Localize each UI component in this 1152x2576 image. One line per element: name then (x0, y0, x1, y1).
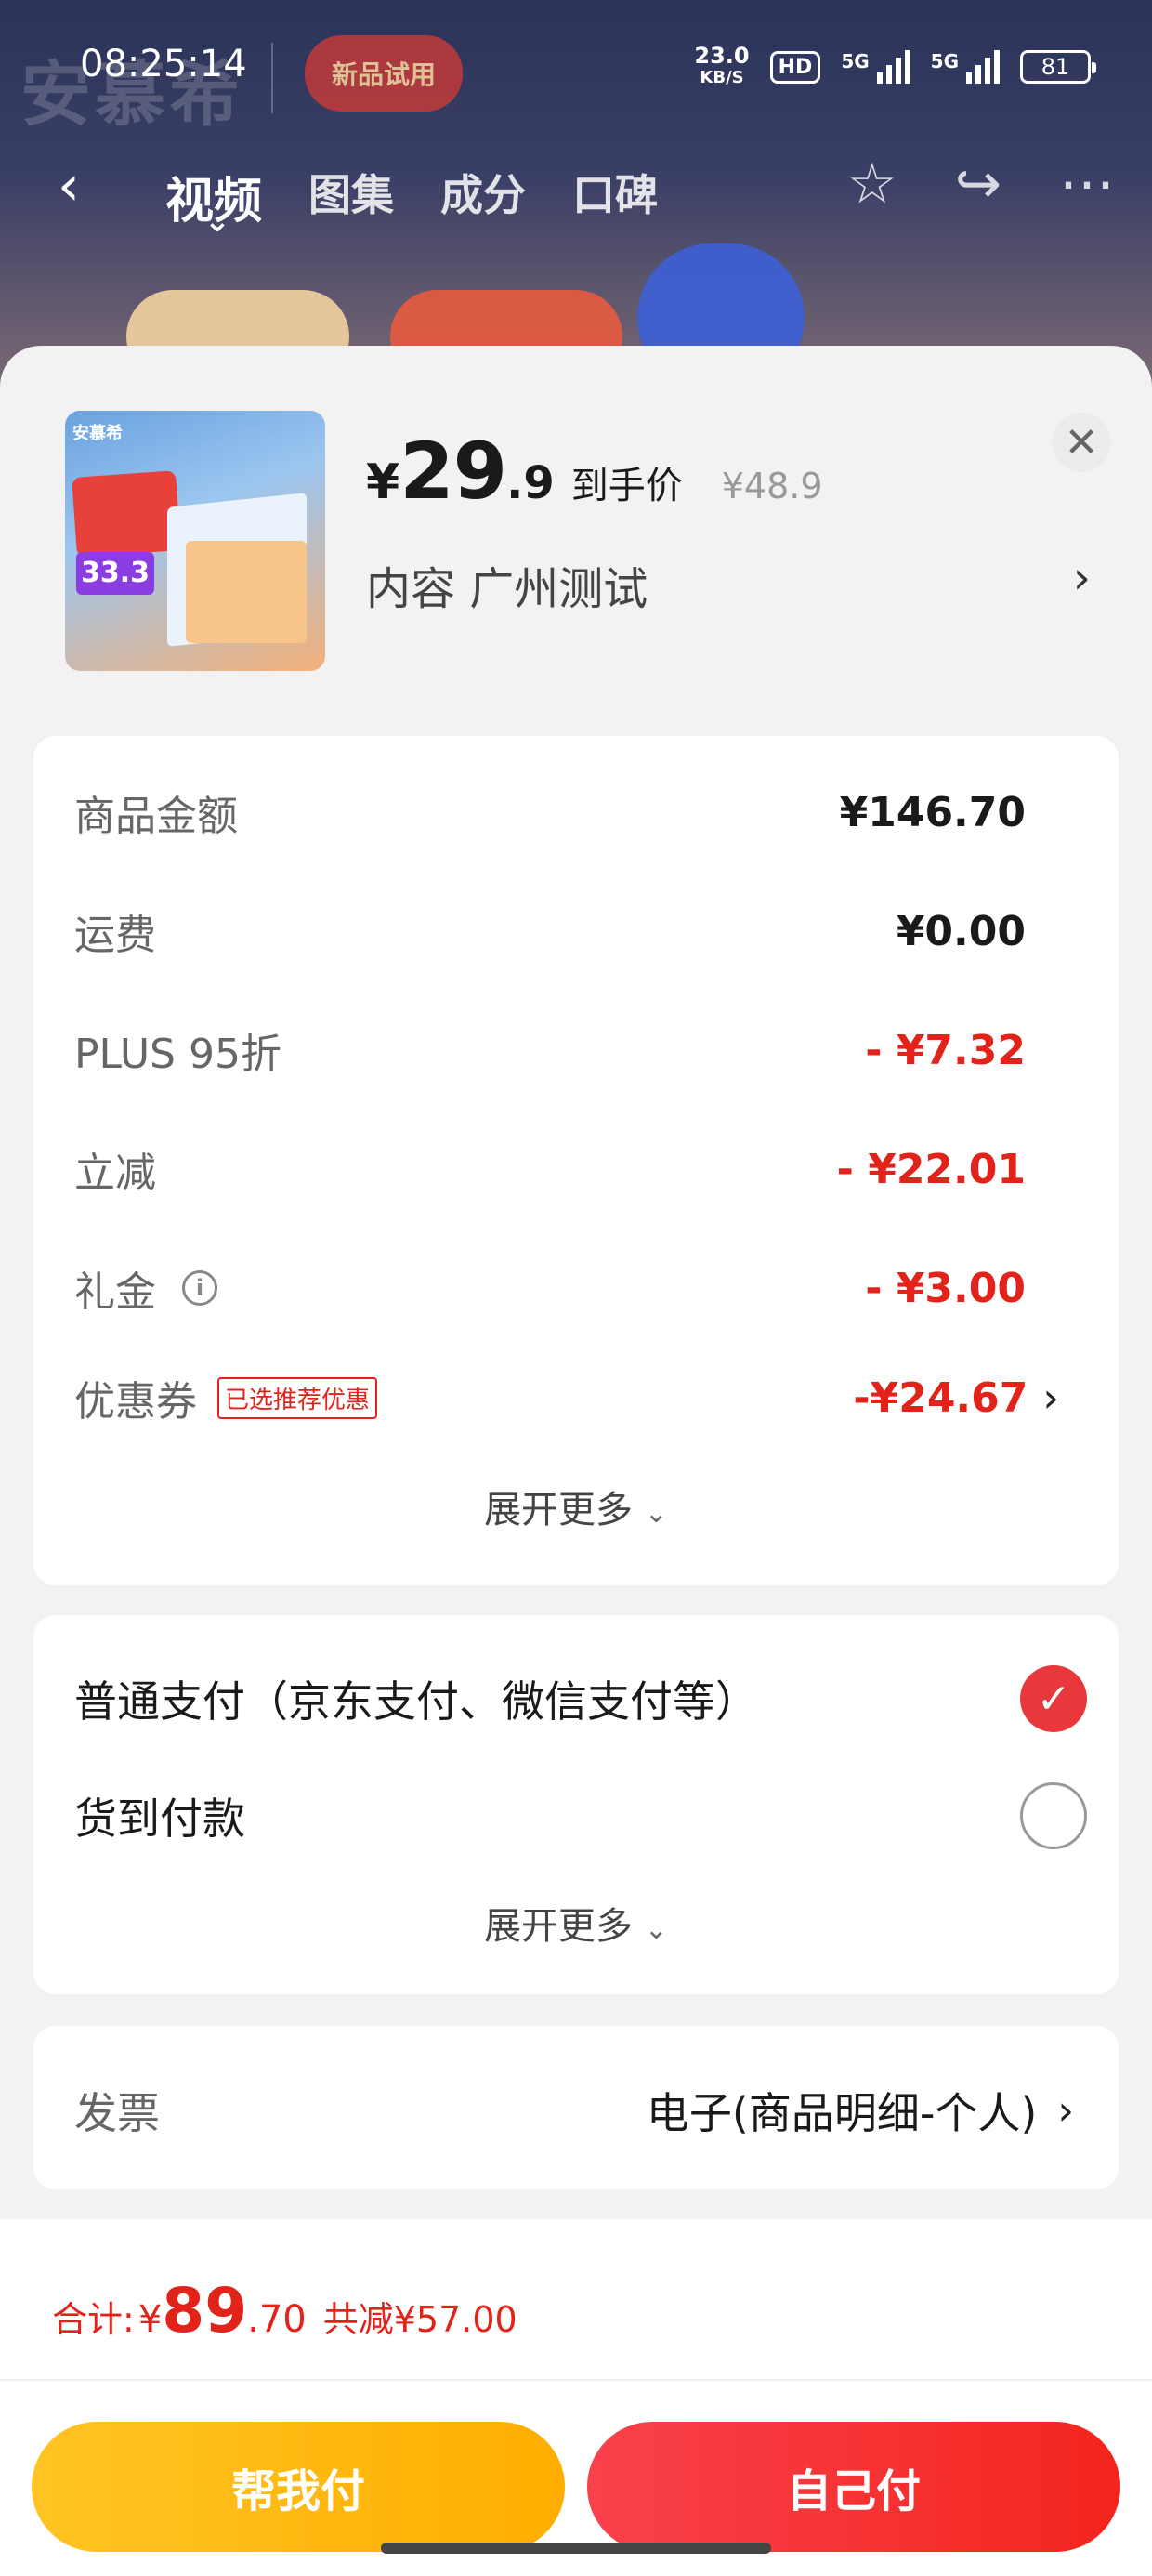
amount-value: - ¥3.00 (865, 1264, 1026, 1312)
product-summary: 安慕希 33.3 ¥ 29 .9 到手价 ¥48.9 ✕ 内容 广州测试 › (0, 346, 1152, 736)
hd-icon: HD (769, 50, 821, 84)
price-decimal: .9 (506, 457, 555, 509)
share-icon[interactable]: ↪ (955, 156, 1001, 212)
amount-label-wrap: 优惠券 已选推荐优惠 (74, 1368, 378, 1427)
total-decimal: .70 (247, 2298, 307, 2341)
status-bar: 08:25:14 23.0 KB/S HD 5G 5G 81 (0, 0, 1152, 139)
more-icon[interactable]: ⋯ (1059, 156, 1115, 212)
amount-value: -¥24.67 (853, 1373, 1028, 1422)
battery-level: 81 (1041, 54, 1070, 80)
amount-row: PLUS 95折 - ¥7.32 (74, 1020, 1059, 1080)
amount-label: PLUS 95折 (74, 1031, 281, 1078)
product-image-box (186, 541, 307, 643)
tab-gallery[interactable]: 图集 (308, 162, 394, 231)
spec-text: 内容 广州测试 (366, 563, 648, 615)
invoice-label: 发票 (74, 2088, 160, 2138)
spec-selector[interactable]: 内容 广州测试 › (366, 552, 1091, 617)
payment-option-label: 普通支付（京东支付、微信支付等） (74, 1676, 758, 1727)
amount-label: 优惠券 (74, 1378, 197, 1426)
coupon-value-wrap: -¥24.67 › (853, 1374, 1059, 1422)
status-icons: 23.0 KB/S HD 5G 5G 81 (694, 45, 1096, 89)
price-row: ¥ 29 .9 到手价 ¥48.9 (366, 426, 823, 517)
signal-icon: 5G (931, 50, 1000, 84)
self-pay-button[interactable]: 自己付 (587, 2422, 1120, 2552)
amount-row: 立减 - ¥22.01 (74, 1139, 1059, 1199)
amount-row: 商品金额 ¥146.70 (74, 782, 1059, 842)
network-speed: 23.0 KB/S (694, 45, 749, 89)
check-icon[interactable]: ✓ (1020, 1665, 1087, 1732)
checkout-sheet: 安慕希 33.3 ¥ 29 .9 到手价 ¥48.9 ✕ 内容 广州测试 › 商… (0, 346, 1152, 2576)
payment-option-label: 货到付款 (74, 1794, 245, 1844)
amount-label: 运费 (74, 912, 156, 959)
close-icon: ✕ (1064, 418, 1099, 467)
status-time: 08:25:14 (80, 43, 247, 85)
product-image-promo (72, 470, 181, 558)
coupon-badge: 已选推荐优惠 (217, 1376, 378, 1419)
chevron-down-icon: ⌄ (644, 1913, 668, 1946)
expand-more-button[interactable]: 展开更多 ⌄ (33, 1896, 1119, 1950)
nav-bar: ‹ 视频 图集 成分 口碑 ☆ ↪ ⋯ (0, 149, 1152, 240)
product-image-brand: 安慕希 (72, 424, 123, 443)
chevron-right-icon: › (1042, 1373, 1059, 1422)
coupon-row[interactable]: 优惠券 已选推荐优惠 -¥24.67 › (74, 1368, 1059, 1427)
total-row: 合计: ¥ 89 .70 共减¥57.00 (52, 2275, 517, 2346)
home-indicator[interactable] (381, 2543, 771, 2554)
chevron-right-icon: › (1072, 552, 1091, 604)
invoice-value: 电子(商品明细-个人) (646, 2088, 1038, 2138)
total-integer: 89 (162, 2275, 248, 2346)
network-speed-value: 23.0 (694, 43, 750, 69)
tab-video[interactable]: 视频 (165, 162, 262, 240)
price-tag: 到手价 (570, 465, 683, 507)
help-pay-button[interactable]: 帮我付 (32, 2422, 565, 2552)
nav-actions: ☆ ↪ ⋯ (847, 156, 1115, 212)
total-label: 合计: (52, 2299, 135, 2340)
chevron-right-icon: › (1057, 2086, 1074, 2135)
amount-value: ¥146.70 (839, 788, 1026, 836)
payment-card: 普通支付（京东支付、微信支付等） ✓ 货到付款 展开更多 ⌄ (33, 1615, 1119, 1994)
radio-icon[interactable] (1020, 1782, 1087, 1849)
amount-value: - ¥7.32 (865, 1026, 1026, 1074)
original-price: ¥48.9 (721, 466, 823, 506)
payment-option[interactable]: 货到付款 (74, 1782, 1087, 1849)
total-savings: 共减¥57.00 (322, 2299, 517, 2340)
amount-value: ¥0.00 (896, 907, 1026, 955)
amounts-card: 商品金额 ¥146.70 运费 ¥0.00 PLUS 95折 - ¥7.32 立… (33, 736, 1119, 1585)
invoice-card[interactable]: 发票 电子(商品明细-个人) › (33, 2026, 1119, 2189)
battery-icon: 81 (1020, 50, 1096, 84)
amount-label: 商品金额 (74, 793, 238, 840)
star-icon[interactable]: ☆ (847, 156, 897, 212)
amount-value: - ¥22.01 (836, 1145, 1026, 1193)
payment-option[interactable]: 普通支付（京东支付、微信支付等） ✓ (74, 1665, 1087, 1732)
expand-more-label: 展开更多 (484, 1905, 634, 1948)
amount-row: 礼金 i - ¥3.00 (74, 1258, 1059, 1318)
expand-more-label: 展开更多 (484, 1489, 634, 1531)
close-button[interactable]: ✕ (1052, 413, 1111, 472)
price-currency: ¥ (366, 454, 400, 510)
info-icon[interactable]: i (182, 1270, 217, 1306)
network-speed-unit: KB/S (700, 68, 744, 87)
signal-label: 5G (841, 50, 870, 72)
invoice-value-wrap: 电子(商品明细-个人) › (647, 2080, 1074, 2141)
signal-label: 5G (930, 50, 959, 72)
product-image-price: 33.3 (76, 552, 154, 595)
checkout-footer: 合计: ¥ 89 .70 共减¥57.00 帮我付 自己付 (0, 2219, 1152, 2576)
expand-more-button[interactable]: 展开更多 ⌄ (33, 1479, 1119, 1533)
amount-label-wrap: 礼金 i (74, 1258, 217, 1318)
price-integer: 29 (399, 426, 507, 517)
product-image: 安慕希 33.3 (65, 411, 325, 671)
signal-icon: 5G (841, 50, 910, 84)
total-currency: ¥ (137, 2298, 163, 2341)
amount-label: 礼金 (74, 1268, 156, 1316)
tab-reviews[interactable]: 口碑 (572, 162, 658, 231)
nav-tabs: 视频 图集 成分 口碑 (165, 162, 658, 240)
chevron-down-icon: ⌄ (644, 1497, 668, 1530)
footer-divider (0, 2379, 1152, 2381)
back-icon[interactable]: ‹ (58, 158, 80, 214)
amount-row: 运费 ¥0.00 (74, 901, 1059, 961)
background-page: 安慕希 新品试用 08:25:14 23.0 KB/S HD 5G 5G 81 (0, 0, 1152, 390)
amount-label: 立减 (74, 1150, 156, 1197)
tab-ingredients[interactable]: 成分 (440, 162, 526, 231)
